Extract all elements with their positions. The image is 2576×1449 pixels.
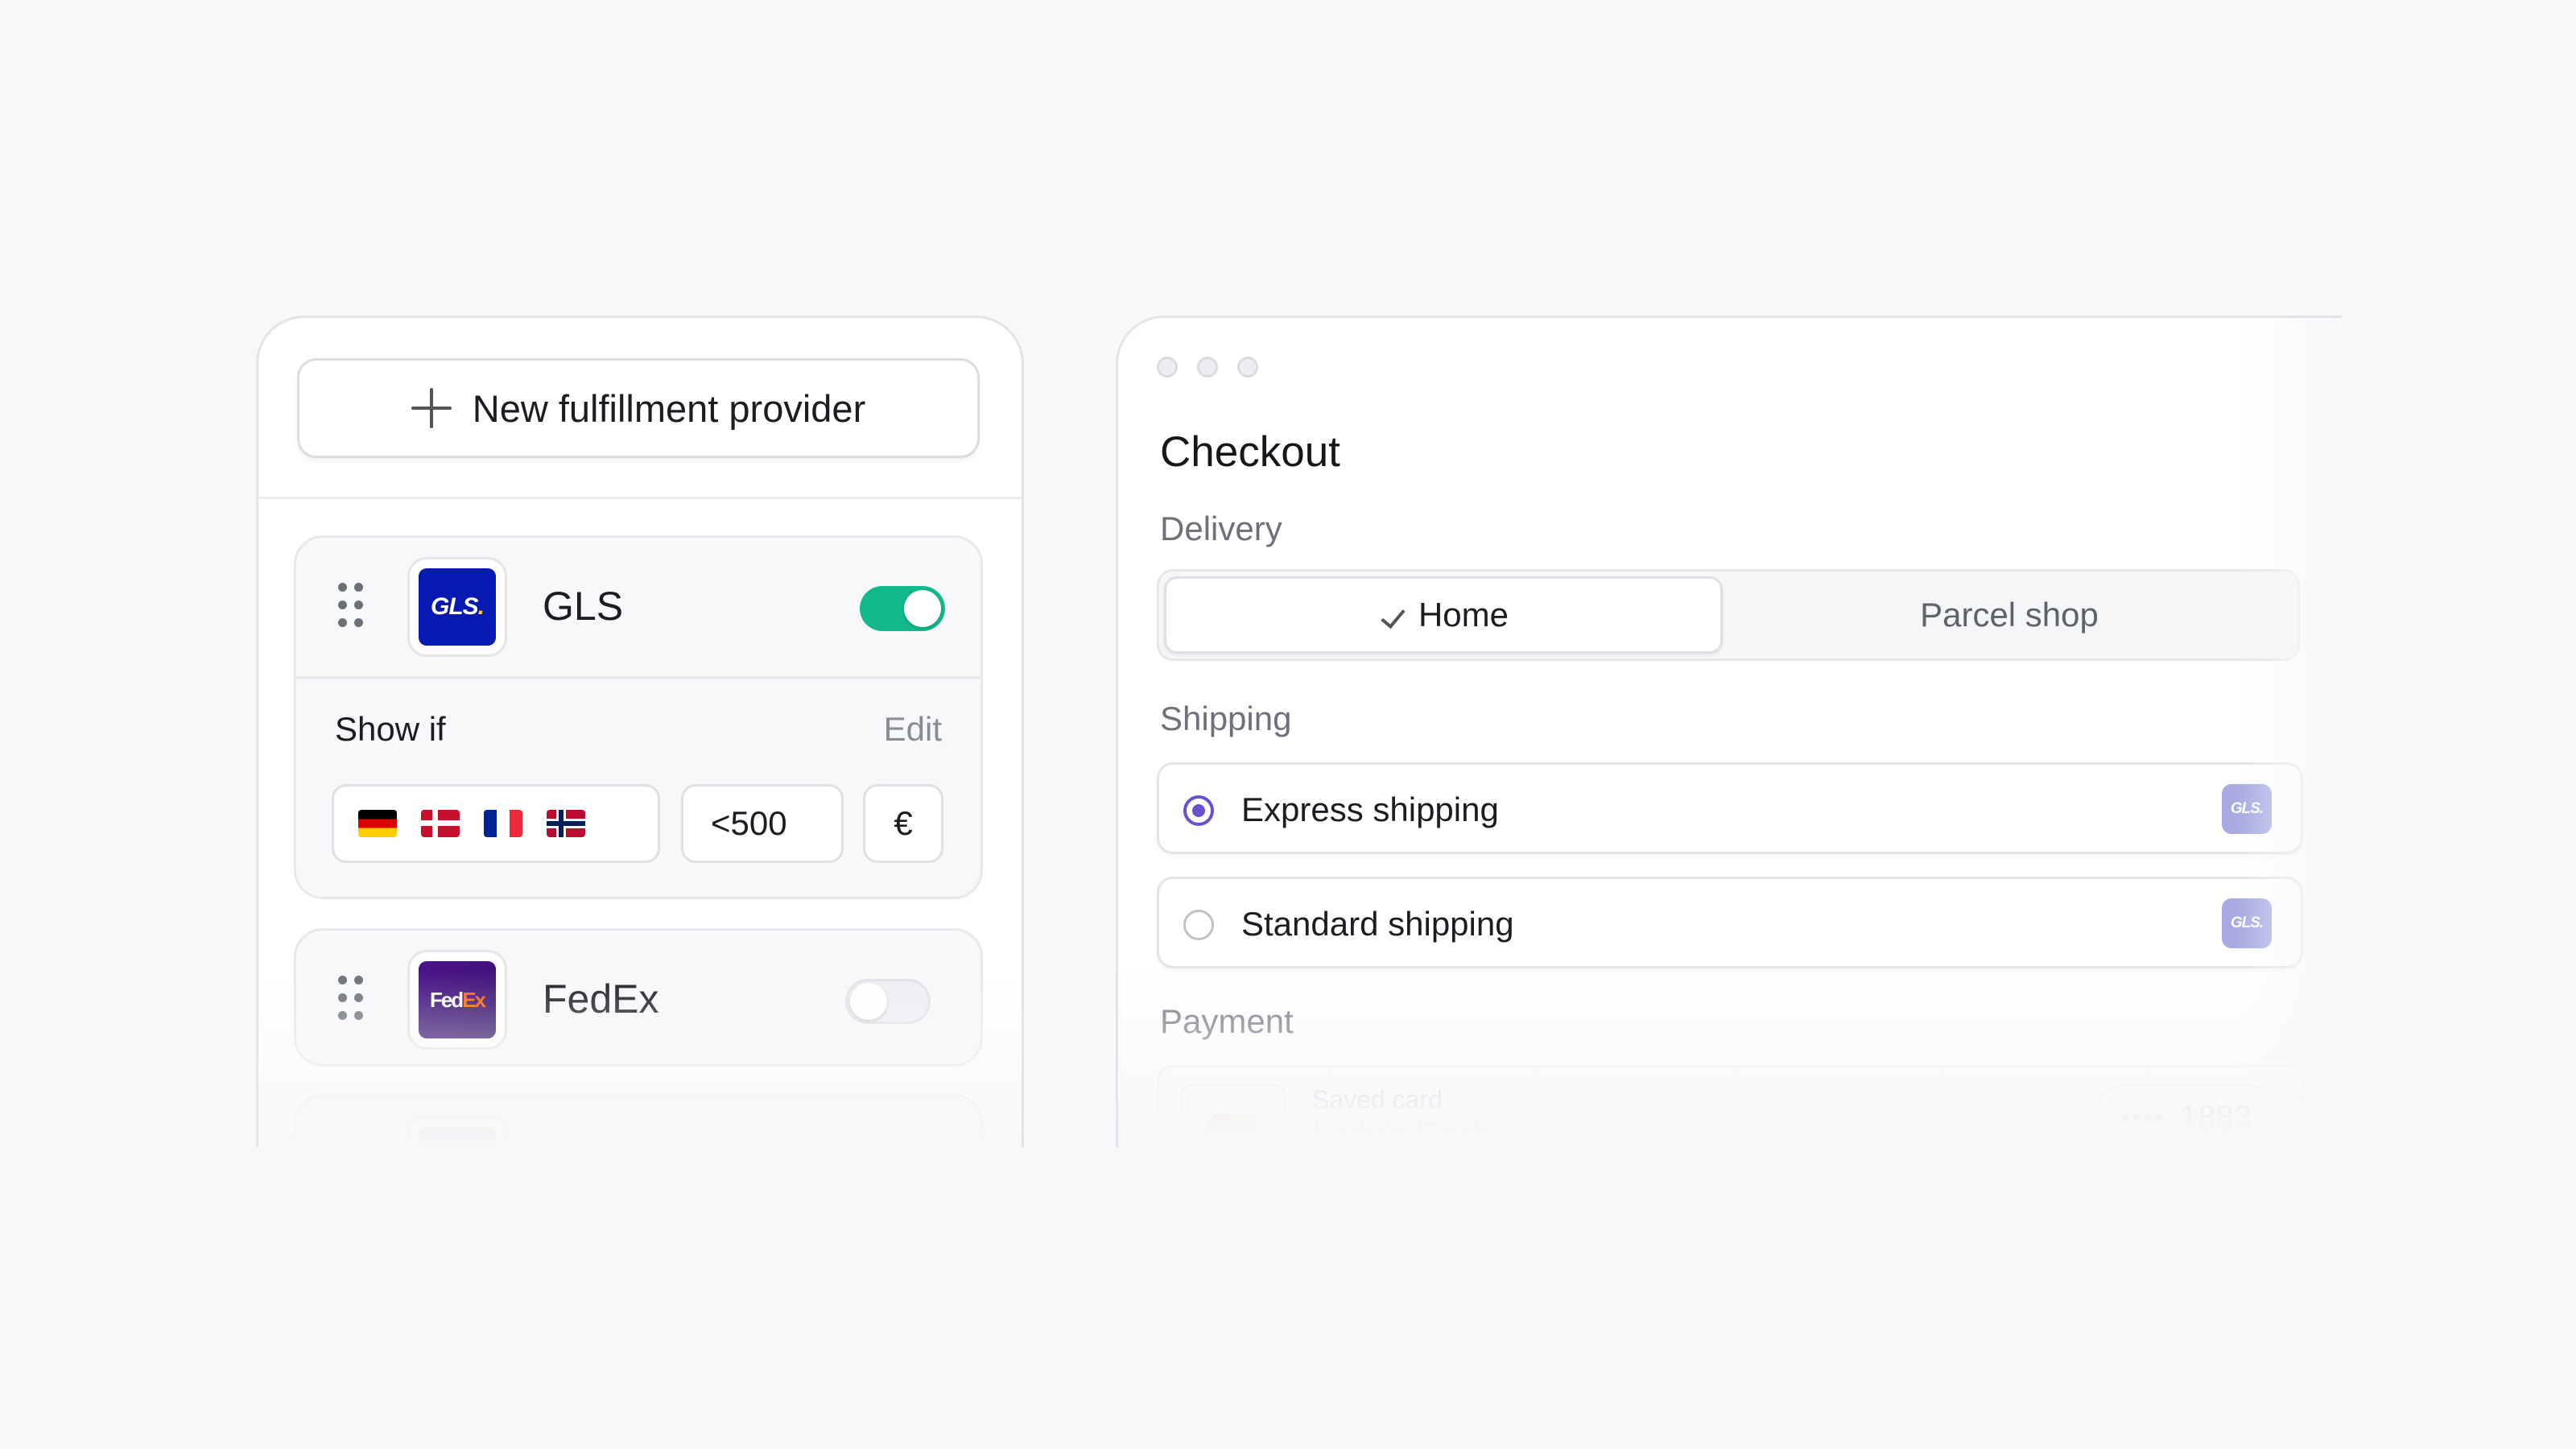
toggle-knob [850,983,887,1020]
checkmark-icon [1378,605,1402,625]
checkout-title: Checkout [1160,428,1340,476]
delivery-segmented-control: Home Parcel shop [1157,569,2300,661]
shipping-option-label: Standard shipping [1241,905,1514,943]
plus-icon [411,388,452,428]
card-holder-name: Ludvig Rask [1312,1116,1490,1147]
provider-row-fedex: Fed Ex FedEx [296,931,980,1069]
panel-divider [258,497,1022,499]
currency-field[interactable]: € [863,784,943,863]
payment-label: Payment [1160,1002,1294,1040]
delivery-label: Delivery [1160,510,1282,547]
provider-card-gls: GLS. GLS Show if Edit <500 € [294,535,983,899]
card-last-four: 1883 [2180,1099,2252,1135]
delivery-option-home[interactable]: Home [1164,576,1723,654]
gls-carrier-icon: GLS. [2222,784,2272,834]
shipping-label: Shipping [1160,700,1292,737]
edit-conditions-link[interactable]: Edit [884,710,942,749]
right-edge-fade [2237,318,2342,1147]
fedex-enabled-toggle[interactable] [845,979,931,1024]
gls-carrier-icon: GLS. [2222,898,2272,948]
germany-flag-icon [358,810,397,837]
saved-card-label: Saved card [1312,1085,1443,1114]
gls-logo: GLS. [419,568,496,646]
shipping-option-standard[interactable]: Standard shipping GLS. [1157,877,2303,968]
provider-name-fedex: FedEx [543,976,659,1022]
checkout-window: Checkout Delivery Home Parcel shop Shipp… [1116,316,2342,1147]
provider-card-fedex: Fed Ex FedEx [294,928,983,1067]
shipping-option-express[interactable]: Express shipping GLS. [1157,762,2303,854]
saved-card-option[interactable]: Saved card Ludvig Rask •••• 1883 [1157,1065,2303,1147]
gls-logo-tile: GLS. [407,557,507,657]
fulfillment-providers-panel: New fulfillment provider GLS. GLS Show i… [256,316,1024,1147]
faded-logo-tile [407,1116,507,1147]
new-provider-label: New fulfillment provider [472,386,866,430]
window-close-dot[interactable] [1157,357,1178,378]
radio-selected[interactable] [1183,795,1214,826]
delivery-option-home-label: Home [1418,596,1509,634]
drag-handle-icon[interactable] [338,583,365,628]
window-zoom-dot[interactable] [1237,357,1258,378]
drag-handle-icon[interactable] [338,976,365,1021]
radio-unselected[interactable] [1183,910,1214,940]
fedex-logo: Fed Ex [419,961,496,1038]
show-if-label: Show if [335,710,446,748]
mastercard-icon [1180,1084,1286,1147]
card-number-badge: •••• 1883 [2092,1084,2280,1147]
gls-enabled-toggle[interactable] [860,586,945,631]
card-divider [296,676,980,679]
toggle-knob [904,590,941,627]
new-fulfillment-provider-button[interactable]: New fulfillment provider [297,358,980,458]
norway-flag-icon [547,810,585,837]
denmark-flag-icon [421,810,460,837]
amount-condition-field[interactable]: <500 [681,784,844,863]
masked-dots: •••• [2120,1101,2166,1133]
fedex-logo-tile: Fed Ex [407,950,507,1050]
country-condition-field[interactable] [332,784,660,863]
delivery-option-parcel-shop[interactable]: Parcel shop [1726,576,2293,654]
provider-row-gls: GLS. GLS [296,538,980,676]
provider-name-gls: GLS [543,584,624,629]
france-flag-icon [484,810,522,837]
window-minimize-dot[interactable] [1197,357,1218,378]
faded-logo [419,1127,496,1147]
provider-card-faded [294,1094,983,1147]
shipping-option-label: Express shipping [1241,791,1499,828]
